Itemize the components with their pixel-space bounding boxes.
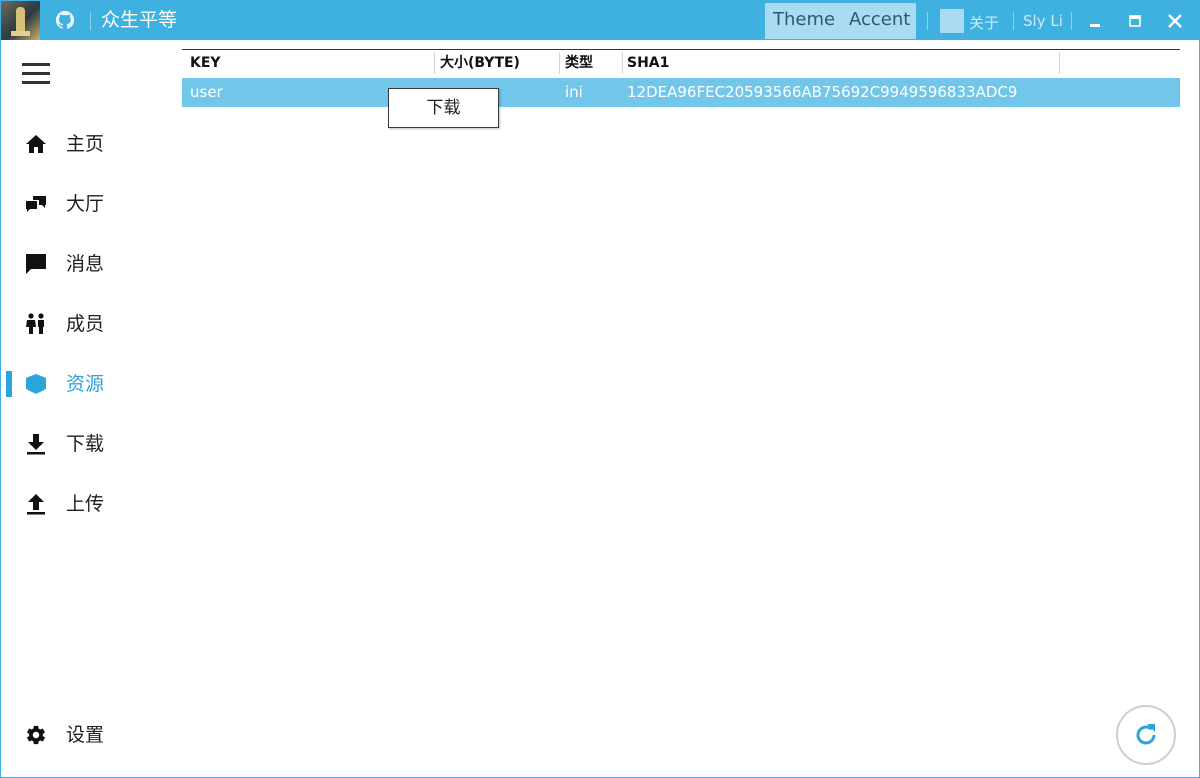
message-icon [26, 254, 46, 274]
cell-type: ini [565, 83, 583, 101]
title-bar[interactable]: 众生平等 Theme Accent 关于 Sly Li [1, 1, 1200, 40]
active-indicator [6, 371, 12, 397]
app-title: 众生平等 [101, 9, 178, 31]
cube-icon [26, 374, 46, 394]
sidebar-item-download[interactable]: 下载 [1, 424, 171, 464]
theme-button[interactable]: Theme [773, 9, 835, 31]
sidebar-item-label: 上传 [66, 493, 105, 515]
sidebar-item-label: 主页 [66, 133, 105, 155]
maximize-icon[interactable] [1122, 8, 1148, 34]
hamburger-menu-icon[interactable] [22, 63, 50, 85]
sidebar-item-label: 资源 [66, 373, 105, 395]
sidebar-item-lobby[interactable]: 大厅 [1, 184, 171, 224]
sidebar-item-label: 成员 [66, 313, 105, 335]
refresh-icon [1136, 724, 1156, 745]
sidebar-item-settings[interactable]: 设置 [1, 715, 171, 755]
column-header-key[interactable]: KEY [182, 50, 434, 74]
sidebar-item-home[interactable]: 主页 [1, 124, 171, 164]
sidebar-item-label: 下载 [66, 433, 105, 455]
column-divider[interactable] [1059, 52, 1060, 74]
column-header-size[interactable]: 大小(BYTE) [434, 50, 559, 74]
title-separator [1013, 12, 1014, 30]
sidebar-item-label: 消息 [66, 253, 105, 275]
title-separator [1071, 12, 1072, 30]
sidebar-item-messages[interactable]: 消息 [1, 244, 171, 284]
sidebar-item-label: 设置 [66, 724, 105, 746]
chat-bubbles-icon [26, 196, 46, 212]
download-icon [27, 434, 45, 455]
home-icon [26, 135, 46, 153]
github-icon[interactable] [54, 9, 76, 31]
accent-color-swatch[interactable] [940, 9, 964, 33]
title-separator [927, 12, 928, 30]
minimize-icon[interactable] [1082, 8, 1108, 34]
user-button[interactable]: Sly Li [1023, 12, 1063, 30]
table-row[interactable]: user ini 12DEA96FEC20593566AB75692C99495… [182, 78, 1180, 107]
people-icon [26, 313, 44, 334]
app-window: 众生平等 Theme Accent 关于 Sly Li 主页 大厅 消息 成员 … [0, 0, 1200, 778]
title-separator [90, 12, 91, 30]
app-logo [1, 1, 40, 40]
context-menu: 下载 [388, 88, 499, 128]
refresh-button[interactable] [1116, 705, 1176, 765]
column-header-type[interactable]: 类型 [559, 50, 622, 74]
context-menu-download[interactable]: 下载 [389, 89, 498, 127]
cell-sha1: 12DEA96FEC20593566AB75692C9949596833ADC9 [627, 83, 1018, 101]
accent-button[interactable]: Accent [849, 9, 910, 31]
upload-icon [27, 494, 45, 515]
sidebar-item-members[interactable]: 成员 [1, 304, 171, 344]
sidebar-item-upload[interactable]: 上传 [1, 484, 171, 524]
sidebar-item-resources[interactable]: 资源 [1, 364, 171, 404]
column-header-sha1[interactable]: SHA1 [622, 50, 1059, 74]
about-button[interactable]: 关于 [969, 12, 999, 33]
close-icon[interactable] [1162, 8, 1188, 34]
gear-icon [27, 725, 45, 745]
sidebar-item-label: 大厅 [66, 193, 105, 215]
table-header: KEY 大小(BYTE) 类型 SHA1 [182, 50, 1180, 74]
